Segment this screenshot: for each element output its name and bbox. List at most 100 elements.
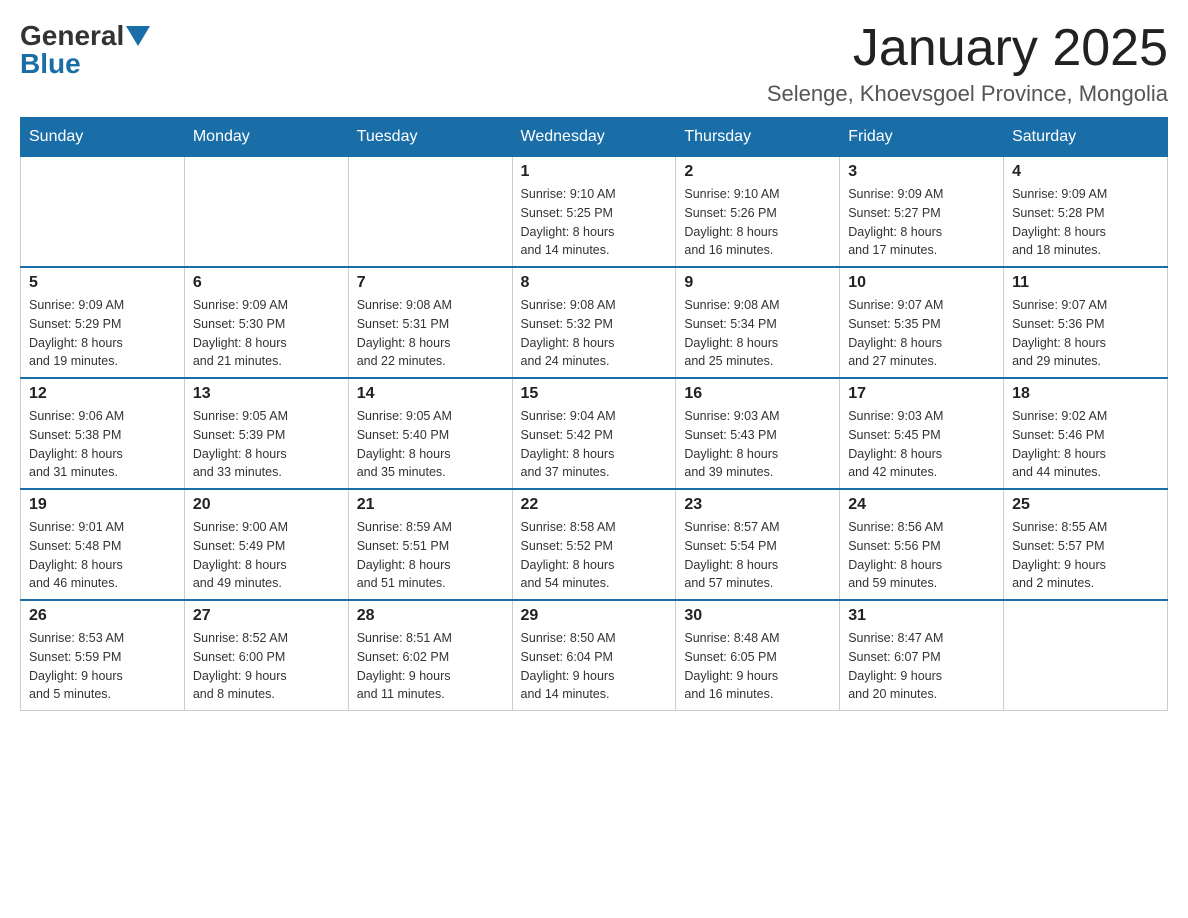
calendar-week-row: 12 Sunrise: 9:06 AM Sunset: 5:38 PM Dayli… — [21, 378, 1168, 489]
calendar-cell: 31 Sunrise: 8:47 AM Sunset: 6:07 PM Dayli… — [840, 600, 1004, 711]
calendar-cell: 15 Sunrise: 9:04 AM Sunset: 5:42 PM Dayli… — [512, 378, 676, 489]
calendar-table: SundayMondayTuesdayWednesdayThursdayFrid… — [20, 117, 1168, 711]
calendar-cell: 2 Sunrise: 9:10 AM Sunset: 5:26 PM Daylig… — [676, 157, 840, 268]
calendar-cell: 20 Sunrise: 9:00 AM Sunset: 5:49 PM Dayli… — [184, 489, 348, 600]
month-title: January 2025 — [767, 20, 1168, 77]
day-number: 2 — [684, 163, 831, 181]
calendar-cell: 1Sunrise: 9:10 AM Sunset: 5:25 PM Daylig… — [512, 157, 676, 268]
logo-blue-text: Blue — [20, 48, 81, 80]
calendar-header-row: SundayMondayTuesdayWednesdayThursdayFrid… — [21, 118, 1168, 157]
calendar-cell: 6 Sunrise: 9:09 AM Sunset: 5:30 PM Daylig… — [184, 267, 348, 378]
page-header: General Blue January 2025 Selenge, Khoev… — [20, 20, 1168, 107]
day-number: 3 — [848, 163, 995, 181]
weekday-header-tuesday: Tuesday — [348, 118, 512, 157]
day-number: 30 — [684, 607, 831, 625]
day-number: 20 — [193, 496, 340, 514]
day-info: Sunrise: 9:02 AM Sunset: 5:46 PM Dayligh… — [1012, 407, 1159, 482]
day-info: Sunrise: 9:07 AM Sunset: 5:35 PM Dayligh… — [848, 296, 995, 371]
day-number: 10 — [848, 274, 995, 292]
day-info: Sunrise: 9:08 AM Sunset: 5:32 PM Dayligh… — [521, 296, 668, 371]
weekday-header-wednesday: Wednesday — [512, 118, 676, 157]
calendar-week-row: 1Sunrise: 9:10 AM Sunset: 5:25 PM Daylig… — [21, 157, 1168, 268]
day-number: 26 — [29, 607, 176, 625]
day-number: 31 — [848, 607, 995, 625]
day-info: Sunrise: 8:51 AM Sunset: 6:02 PM Dayligh… — [357, 629, 504, 704]
calendar-cell: 7 Sunrise: 9:08 AM Sunset: 5:31 PM Daylig… — [348, 267, 512, 378]
day-number: 24 — [848, 496, 995, 514]
calendar-cell: 8 Sunrise: 9:08 AM Sunset: 5:32 PM Daylig… — [512, 267, 676, 378]
logo: General Blue — [20, 20, 150, 80]
day-info: Sunrise: 8:50 AM Sunset: 6:04 PM Dayligh… — [521, 629, 668, 704]
day-info: Sunrise: 9:10 AM Sunset: 5:26 PM Dayligh… — [684, 185, 831, 260]
weekday-header-friday: Friday — [840, 118, 1004, 157]
calendar-cell — [348, 157, 512, 268]
calendar-cell: 24 Sunrise: 8:56 AM Sunset: 5:56 PM Dayli… — [840, 489, 1004, 600]
calendar-week-row: 26 Sunrise: 8:53 AM Sunset: 5:59 PM Dayli… — [21, 600, 1168, 711]
calendar-cell: 26 Sunrise: 8:53 AM Sunset: 5:59 PM Dayli… — [21, 600, 185, 711]
day-info: Sunrise: 8:58 AM Sunset: 5:52 PM Dayligh… — [521, 518, 668, 593]
day-number: 6 — [193, 274, 340, 292]
day-number: 23 — [684, 496, 831, 514]
day-number: 21 — [357, 496, 504, 514]
day-number: 9 — [684, 274, 831, 292]
day-number: 12 — [29, 385, 176, 403]
day-info: Sunrise: 8:48 AM Sunset: 6:05 PM Dayligh… — [684, 629, 831, 704]
calendar-cell — [184, 157, 348, 268]
calendar-cell: 30 Sunrise: 8:48 AM Sunset: 6:05 PM Dayli… — [676, 600, 840, 711]
day-info: Sunrise: 9:03 AM Sunset: 5:45 PM Dayligh… — [848, 407, 995, 482]
day-info: Sunrise: 8:47 AM Sunset: 6:07 PM Dayligh… — [848, 629, 995, 704]
day-number: 14 — [357, 385, 504, 403]
calendar-cell — [21, 157, 185, 268]
calendar-cell: 29 Sunrise: 8:50 AM Sunset: 6:04 PM Dayli… — [512, 600, 676, 711]
day-info: Sunrise: 9:09 AM Sunset: 5:28 PM Dayligh… — [1012, 185, 1159, 260]
day-info: Sunrise: 9:05 AM Sunset: 5:39 PM Dayligh… — [193, 407, 340, 482]
day-info: Sunrise: 8:55 AM Sunset: 5:57 PM Dayligh… — [1012, 518, 1159, 593]
calendar-cell: 4 Sunrise: 9:09 AM Sunset: 5:28 PM Daylig… — [1004, 157, 1168, 268]
weekday-header-saturday: Saturday — [1004, 118, 1168, 157]
day-number: 8 — [521, 274, 668, 292]
calendar-cell: 19 Sunrise: 9:01 AM Sunset: 5:48 PM Dayli… — [21, 489, 185, 600]
day-number: 15 — [521, 385, 668, 403]
day-info: Sunrise: 9:03 AM Sunset: 5:43 PM Dayligh… — [684, 407, 831, 482]
calendar-week-row: 5Sunrise: 9:09 AM Sunset: 5:29 PM Daylig… — [21, 267, 1168, 378]
day-info: Sunrise: 9:08 AM Sunset: 5:34 PM Dayligh… — [684, 296, 831, 371]
calendar-cell: 3 Sunrise: 9:09 AM Sunset: 5:27 PM Daylig… — [840, 157, 1004, 268]
day-info: Sunrise: 8:53 AM Sunset: 5:59 PM Dayligh… — [29, 629, 176, 704]
weekday-header-monday: Monday — [184, 118, 348, 157]
day-info: Sunrise: 9:00 AM Sunset: 5:49 PM Dayligh… — [193, 518, 340, 593]
calendar-cell: 9 Sunrise: 9:08 AM Sunset: 5:34 PM Daylig… — [676, 267, 840, 378]
day-info: Sunrise: 9:09 AM Sunset: 5:27 PM Dayligh… — [848, 185, 995, 260]
calendar-cell: 5Sunrise: 9:09 AM Sunset: 5:29 PM Daylig… — [21, 267, 185, 378]
calendar-cell: 16Sunrise: 9:03 AM Sunset: 5:43 PM Dayli… — [676, 378, 840, 489]
location-title: Selenge, Khoevsgoel Province, Mongolia — [767, 81, 1168, 107]
day-number: 19 — [29, 496, 176, 514]
day-info: Sunrise: 9:01 AM Sunset: 5:48 PM Dayligh… — [29, 518, 176, 593]
day-info: Sunrise: 9:07 AM Sunset: 5:36 PM Dayligh… — [1012, 296, 1159, 371]
calendar-cell — [1004, 600, 1168, 711]
calendar-cell: 23Sunrise: 8:57 AM Sunset: 5:54 PM Dayli… — [676, 489, 840, 600]
day-info: Sunrise: 9:04 AM Sunset: 5:42 PM Dayligh… — [521, 407, 668, 482]
calendar-cell: 12 Sunrise: 9:06 AM Sunset: 5:38 PM Dayli… — [21, 378, 185, 489]
day-info: Sunrise: 9:06 AM Sunset: 5:38 PM Dayligh… — [29, 407, 176, 482]
day-number: 17 — [848, 385, 995, 403]
calendar-cell: 13Sunrise: 9:05 AM Sunset: 5:39 PM Dayli… — [184, 378, 348, 489]
day-number: 5 — [29, 274, 176, 292]
day-info: Sunrise: 8:56 AM Sunset: 5:56 PM Dayligh… — [848, 518, 995, 593]
day-info: Sunrise: 9:09 AM Sunset: 5:30 PM Dayligh… — [193, 296, 340, 371]
calendar-cell: 14 Sunrise: 9:05 AM Sunset: 5:40 PM Dayli… — [348, 378, 512, 489]
calendar-cell: 21Sunrise: 8:59 AM Sunset: 5:51 PM Dayli… — [348, 489, 512, 600]
day-number: 7 — [357, 274, 504, 292]
calendar-cell: 27 Sunrise: 8:52 AM Sunset: 6:00 PM Dayli… — [184, 600, 348, 711]
day-number: 18 — [1012, 385, 1159, 403]
calendar-cell: 18 Sunrise: 9:02 AM Sunset: 5:46 PM Dayli… — [1004, 378, 1168, 489]
day-number: 27 — [193, 607, 340, 625]
day-info: Sunrise: 9:08 AM Sunset: 5:31 PM Dayligh… — [357, 296, 504, 371]
weekday-header-thursday: Thursday — [676, 118, 840, 157]
calendar-cell: 25Sunrise: 8:55 AM Sunset: 5:57 PM Dayli… — [1004, 489, 1168, 600]
day-number: 4 — [1012, 163, 1159, 181]
calendar-cell: 10 Sunrise: 9:07 AM Sunset: 5:35 PM Dayli… — [840, 267, 1004, 378]
day-number: 1 — [521, 163, 668, 181]
day-number: 29 — [521, 607, 668, 625]
day-info: Sunrise: 8:52 AM Sunset: 6:00 PM Dayligh… — [193, 629, 340, 704]
day-info: Sunrise: 9:05 AM Sunset: 5:40 PM Dayligh… — [357, 407, 504, 482]
